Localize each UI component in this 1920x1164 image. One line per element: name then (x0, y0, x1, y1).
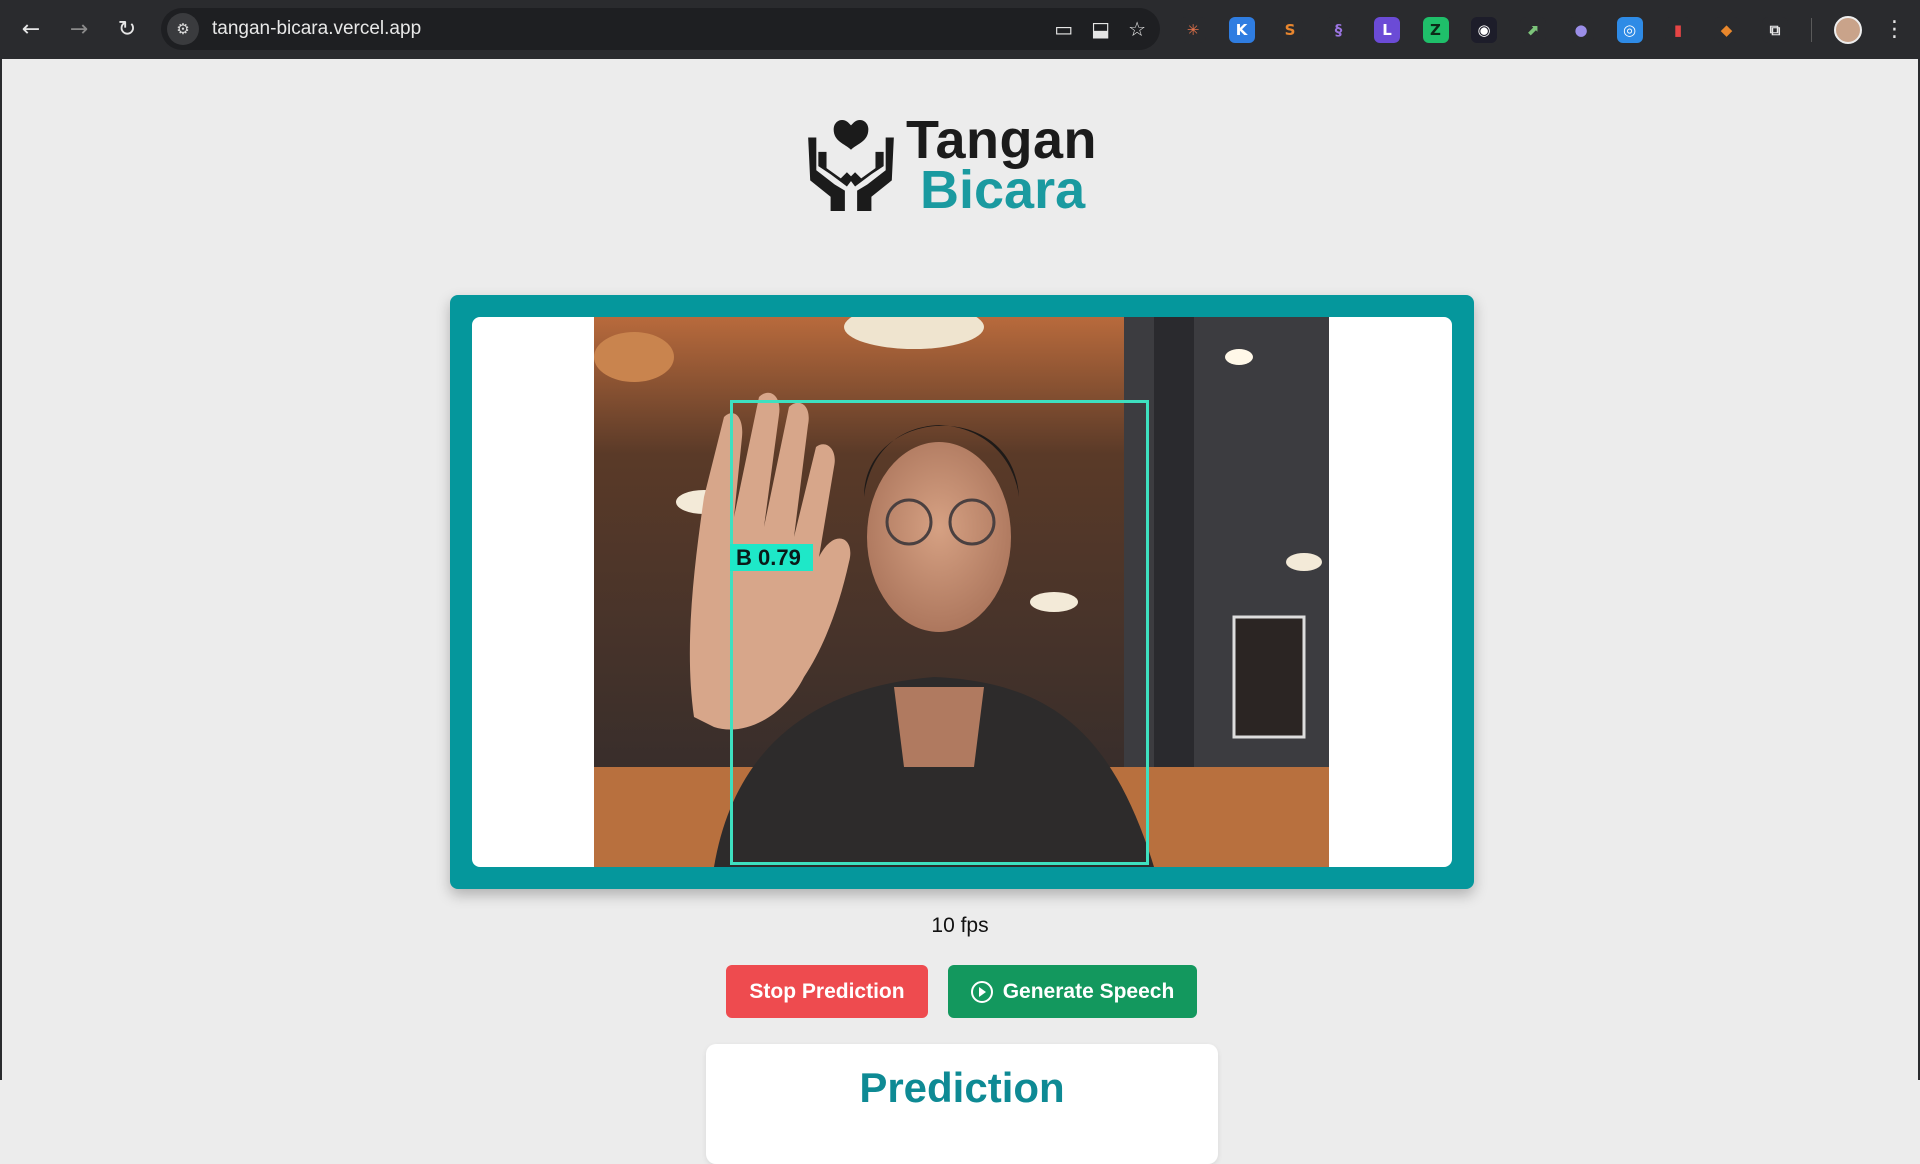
back-icon[interactable]: ← (16, 15, 46, 45)
generate-speech-label: Generate Speech (1002, 979, 1175, 1003)
forward-icon[interactable]: → (64, 15, 94, 45)
k-extension-icon[interactable]: K (1228, 16, 1255, 43)
toolbar-divider (1810, 17, 1812, 42)
webcam-video: B 0.79 (594, 317, 1329, 867)
puzzle-extension-icon[interactable]: ⧉ (1762, 16, 1788, 43)
green-extension-icon[interactable]: Z (1422, 16, 1449, 43)
detection-label: B 0.79 (730, 544, 813, 571)
prediction-card: Prediction (706, 1044, 1218, 1164)
fox-extension-icon[interactable]: ◆ (1713, 16, 1740, 43)
prediction-title: Prediction (859, 1064, 1065, 1111)
address-bar[interactable]: ⚙ tangan-bicara.vercel.app ▭ ⬓ ☆ (161, 8, 1160, 50)
stop-prediction-button[interactable]: Stop Prediction (726, 965, 928, 1018)
install-icon[interactable]: ⬓ (1091, 17, 1110, 41)
reload-icon[interactable]: ↻ (112, 15, 142, 45)
stop-prediction-label: Stop Prediction (749, 979, 905, 1003)
logo-title-line1: Tangan (906, 110, 1097, 170)
extensions-bar: ✳ K S § L Z ◉ ⬈ ● ◎ ▮ ◆ ⧉ ⋮ (1180, 0, 1906, 59)
page-body: Tangan Bicara B 0.79 10 fps Stop Predict… (0, 59, 1920, 1164)
purple-extension-icon[interactable]: L (1374, 16, 1400, 43)
ghost-extension-icon[interactable]: ● (1568, 16, 1594, 43)
camera-frame: B 0.79 (450, 295, 1474, 889)
bookmark-star-icon[interactable]: ☆ (1128, 17, 1146, 41)
site-settings-icon[interactable]: ⚙ (167, 13, 199, 45)
logo-title-line2: Bicara (920, 160, 1086, 220)
leaf-extension-icon[interactable]: ⬈ (1519, 16, 1546, 43)
generate-speech-button[interactable]: Generate Speech (948, 965, 1197, 1018)
link-extension-icon[interactable]: § (1325, 16, 1352, 43)
blue-extension-icon[interactable]: ◎ (1616, 16, 1643, 43)
menu-dots-icon[interactable]: ⋮ (1884, 17, 1906, 42)
s-extension-icon[interactable]: S (1277, 16, 1303, 43)
app-logo[interactable]: Tangan Bicara (800, 109, 1097, 217)
bear-extension-icon[interactable]: ◉ (1471, 16, 1497, 43)
browser-toolbar: ← → ↻ ⚙ tangan-bicara.vercel.app ▭ ⬓ ☆ ✳… (0, 0, 1920, 59)
detection-box (730, 400, 1149, 865)
camera-canvas: B 0.79 (472, 317, 1452, 867)
profile-avatar[interactable] (1833, 15, 1862, 44)
camera-icon[interactable]: ▭ (1054, 17, 1073, 41)
lock-extension-icon[interactable]: ▮ (1665, 16, 1691, 43)
claude-extension-icon[interactable]: ✳ (1180, 16, 1206, 43)
fps-counter: 10 fps (931, 914, 989, 937)
hands-heart-icon (808, 120, 894, 211)
play-circle-icon (970, 980, 993, 1003)
url-text[interactable]: tangan-bicara.vercel.app (212, 18, 421, 40)
